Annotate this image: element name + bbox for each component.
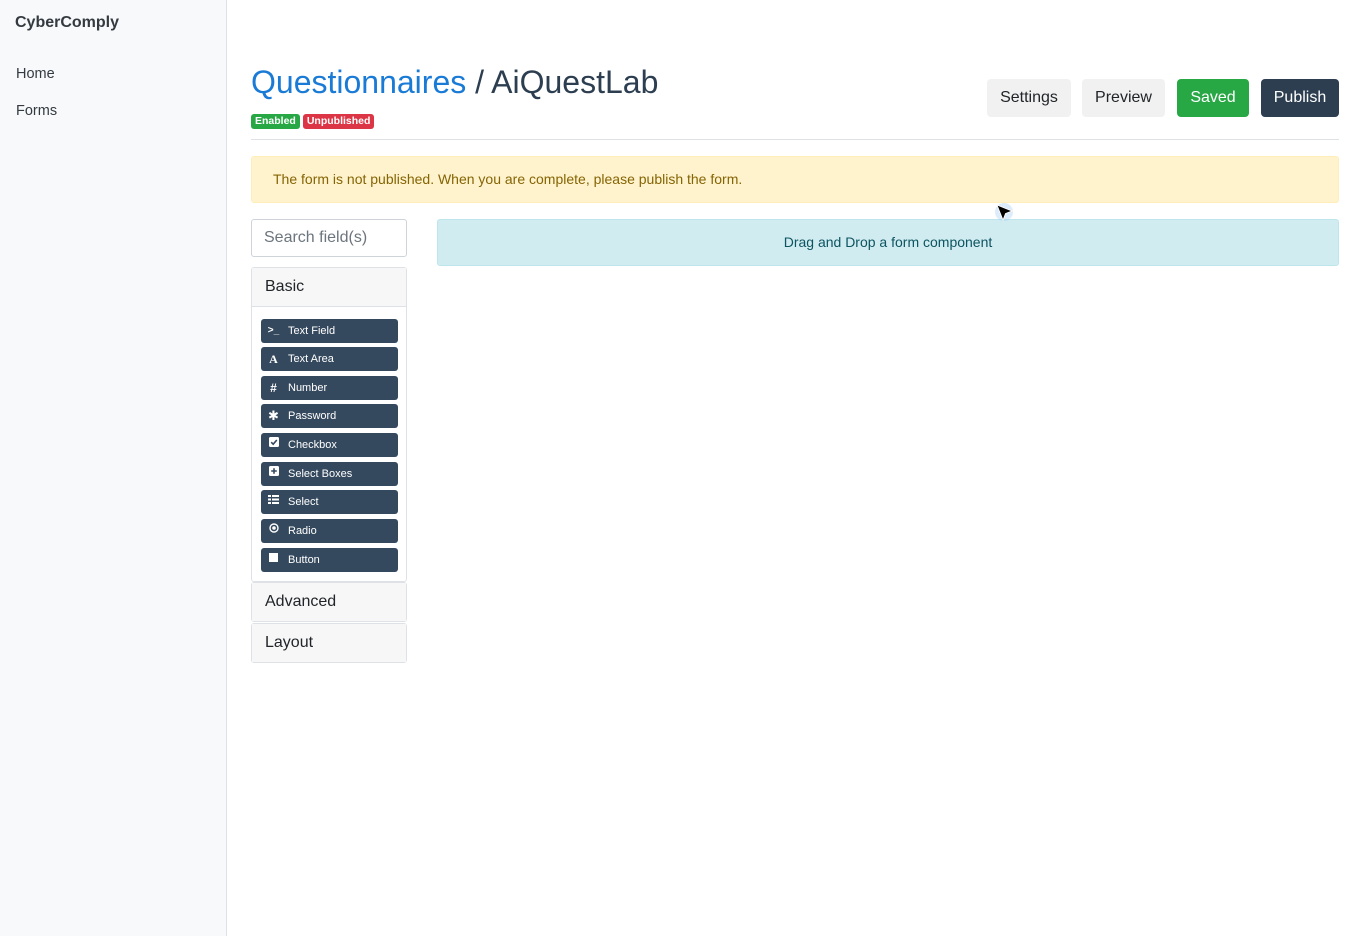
asterisk-icon: ✱ bbox=[268, 408, 279, 423]
status-badges: Enabled Unpublished bbox=[251, 114, 375, 129]
layout-components-panel: Layout bbox=[251, 623, 407, 663]
component-label: Button bbox=[288, 554, 320, 566]
component-label: Select Boxes bbox=[288, 468, 353, 480]
dot-circle-icon bbox=[264, 519, 283, 543]
component-text-field[interactable]: >_ Text Field bbox=[261, 319, 398, 343]
list-icon bbox=[264, 490, 283, 514]
advanced-components-panel: Advanced bbox=[251, 582, 407, 622]
component-button[interactable]: Button bbox=[261, 548, 398, 572]
layout-group-header[interactable]: Layout bbox=[252, 624, 406, 662]
hashtag-icon: # bbox=[270, 381, 277, 395]
component-checkbox[interactable]: Checkbox bbox=[261, 433, 398, 457]
stop-icon bbox=[264, 548, 283, 572]
component-label: Text Field bbox=[288, 325, 336, 337]
breadcrumb-separator: / bbox=[466, 64, 492, 100]
page-title: Questionnaires / AiQuestLab bbox=[251, 64, 658, 101]
component-password[interactable]: ✱ Password bbox=[261, 404, 398, 428]
form-name: AiQuestLab bbox=[491, 64, 659, 100]
unpublished-alert: The form is not published. When you are … bbox=[251, 156, 1339, 203]
plus-square-icon bbox=[264, 462, 283, 486]
component-radio[interactable]: Radio bbox=[261, 519, 398, 543]
main-content: Questionnaires / AiQuestLab Enabled Unpu… bbox=[227, 0, 1363, 936]
brand-logo[interactable]: CyberComply bbox=[15, 14, 119, 32]
settings-button[interactable]: Settings bbox=[987, 79, 1071, 117]
component-label: Checkbox bbox=[288, 439, 337, 451]
mouse-cursor-icon bbox=[995, 203, 1014, 222]
sidebar: CyberComply Home Forms bbox=[0, 0, 227, 936]
advanced-group-header[interactable]: Advanced bbox=[252, 583, 406, 621]
form-dropzone[interactable]: Drag and Drop a form component bbox=[437, 219, 1339, 266]
component-label: Number bbox=[288, 382, 328, 394]
basic-components-panel: Basic >_ Text Field A Text Area # Number… bbox=[251, 267, 407, 582]
check-square-icon bbox=[264, 433, 283, 457]
status-badge-enabled: Enabled bbox=[251, 114, 300, 129]
saved-button[interactable]: Saved bbox=[1177, 79, 1249, 117]
component-label: Radio bbox=[288, 525, 317, 537]
status-badge-unpublished: Unpublished bbox=[302, 114, 375, 129]
component-label: Password bbox=[288, 410, 337, 422]
component-number[interactable]: # Number bbox=[261, 376, 398, 400]
component-select-boxes[interactable]: Select Boxes bbox=[261, 462, 398, 486]
publish-button[interactable]: Publish bbox=[1261, 79, 1339, 117]
component-text-area[interactable]: A Text Area bbox=[261, 347, 398, 371]
terminal-icon: >_ bbox=[267, 325, 280, 336]
search-fields-input[interactable] bbox=[251, 219, 407, 257]
font-icon: A bbox=[269, 352, 278, 366]
component-label: Text Area bbox=[288, 353, 334, 365]
basic-group-header[interactable]: Basic bbox=[252, 268, 406, 307]
component-label: Select bbox=[288, 496, 319, 508]
preview-button[interactable]: Preview bbox=[1082, 79, 1165, 117]
sidebar-item-home[interactable]: Home bbox=[16, 66, 55, 82]
breadcrumb-questionnaires-link[interactable]: Questionnaires bbox=[251, 64, 466, 100]
component-select[interactable]: Select bbox=[261, 490, 398, 514]
header-divider bbox=[251, 139, 1339, 140]
sidebar-item-forms[interactable]: Forms bbox=[16, 103, 57, 119]
